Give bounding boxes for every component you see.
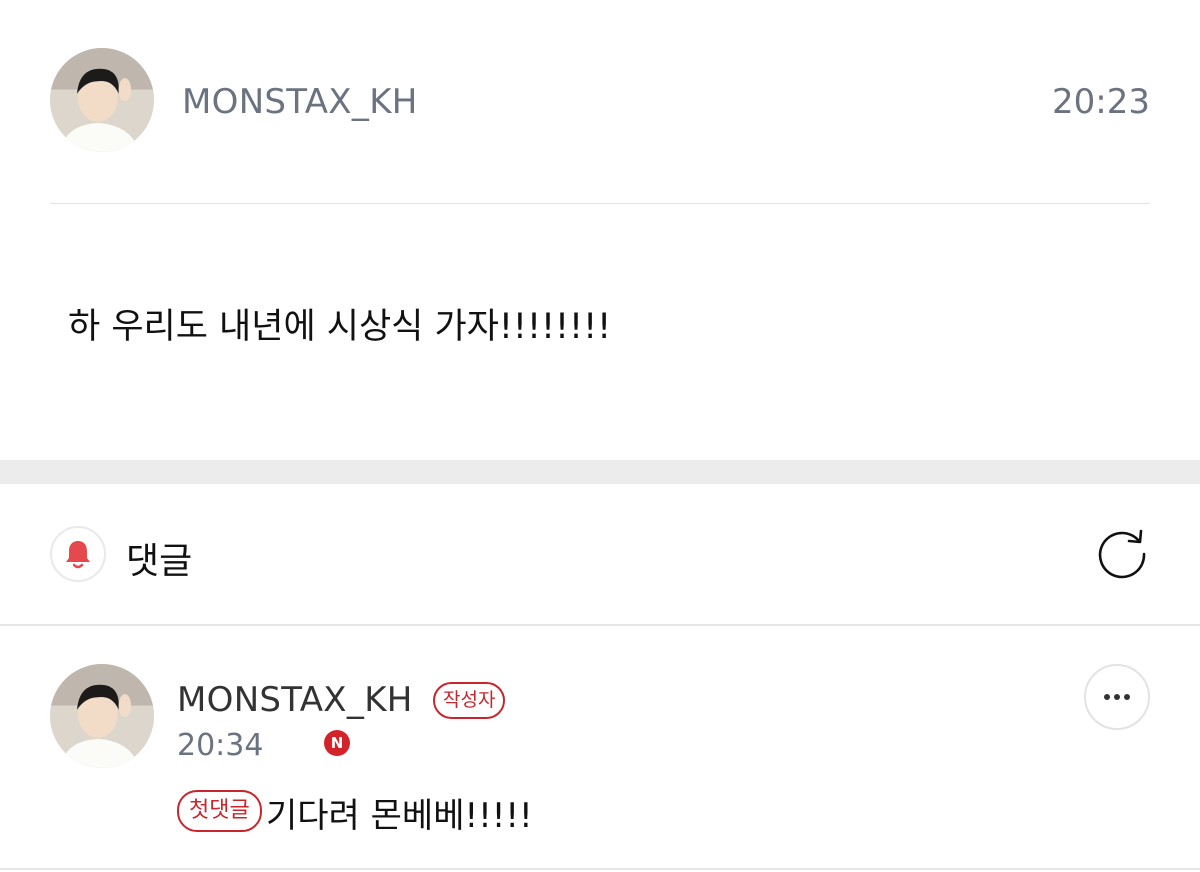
new-icon: N [324,730,350,756]
comments-divider [0,624,1200,626]
header-divider [50,203,1150,204]
comments-title: 댓글 [126,541,193,582]
section-separator [0,460,1200,484]
comment-bottom-divider [0,868,1200,870]
post-author-name[interactable]: MONSTAX_KH [182,82,418,122]
comment-more-button[interactable] [1084,664,1150,730]
post-timestamp: 20:23 [1052,82,1150,122]
post-header: MONSTAX_KH 20:23 [50,48,1150,154]
post-detail-screen: MONSTAX_KH 20:23 하 우리도 내년에 시상식 가자!!!!!!!… [0,0,1200,872]
more-options-icon [1104,694,1130,700]
refresh-comments-button[interactable] [1094,526,1150,582]
comment-author-avatar[interactable] [50,664,154,768]
comment-item: MONSTAX_KH 작성자 20:34 N 첫댓글 기다려 몬베베!!!!! [50,664,1150,854]
first-comment-badge: 첫댓글 [177,790,262,832]
post-body-text: 하 우리도 내년에 시상식 가자!!!!!!!! [68,307,612,347]
post-author-avatar[interactable] [50,48,154,152]
comment-text: 기다려 몬베베!!!!! [266,796,533,836]
comments-header: 댓글 [50,524,1150,584]
comment-author-name[interactable]: MONSTAX_KH [177,680,413,720]
author-badge: 작성자 [433,682,506,719]
refresh-icon [1098,529,1146,579]
comment-timestamp: 20:34 [177,728,264,763]
comment-notification-button[interactable] [50,526,106,582]
bell-icon [66,541,90,569]
